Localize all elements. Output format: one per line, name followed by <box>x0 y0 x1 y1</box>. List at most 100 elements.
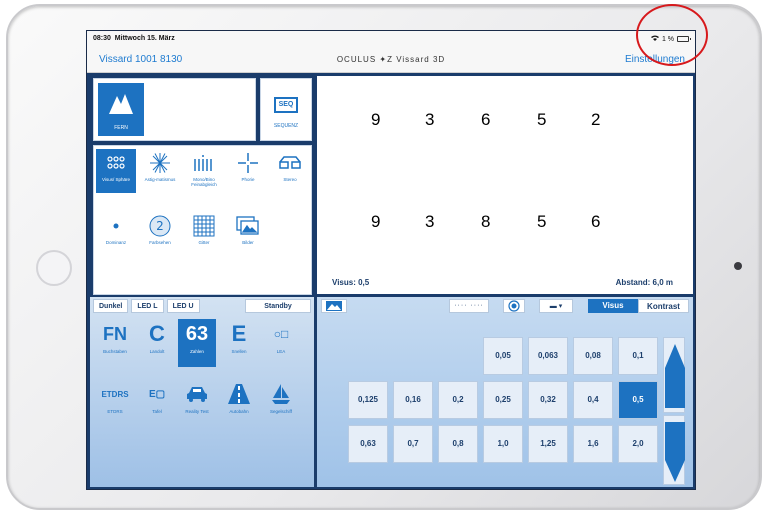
test-dominanz[interactable]: Dominanz <box>96 212 136 256</box>
status-date: Mittwoch 15. März <box>114 35 175 42</box>
etdrs-icon: ETDRS <box>101 389 129 399</box>
acuity-cell[interactable]: 1,6 <box>573 425 613 463</box>
optotype-reality-test[interactable]: Reality Test <box>178 379 216 427</box>
dots-grid-icon <box>96 149 136 177</box>
optotype-digit: 6 <box>481 110 491 129</box>
grid-icon <box>184 212 224 240</box>
tab-led-u[interactable]: LED U <box>166 299 200 313</box>
acuity-cell[interactable]: 0,63 <box>348 425 388 463</box>
status-bar: 08:30 Mittwoch 15. März 1 % <box>87 31 695 47</box>
test-mono-bino[interactable]: Mono/Bino Feinabgleich <box>184 149 224 193</box>
arrow-up-icon <box>665 344 685 408</box>
letters-icon: FN <box>103 323 127 344</box>
acuity-cell[interactable]: 0,25 <box>483 381 523 419</box>
optotype-digit: 5 <box>537 110 547 129</box>
tab-led-l[interactable]: LED L <box>131 299 164 313</box>
brand-logo: OCULUS ✦Z Vissard 3D <box>336 55 446 64</box>
optotype-digit: 3 <box>425 212 435 231</box>
test-astigmatismus[interactable]: Astig-matismus <box>140 149 180 193</box>
status-time: 08:30 <box>93 35 111 42</box>
acuity-cell[interactable]: 0,4 <box>573 381 613 419</box>
optotype-digit: 8 <box>481 212 491 231</box>
test-grid: Visus/ Sphäre Astig-matismus Mono/Bino F… <box>93 145 312 295</box>
optotype-etdrs[interactable]: ETDRS ETDRS <box>96 379 134 427</box>
test-phorie[interactable]: Phorie <box>228 149 268 193</box>
lea-symbols-icon: ○□ <box>273 327 289 341</box>
arrow-down-icon <box>665 422 685 482</box>
acuity-cell[interactable]: 0,7 <box>393 425 433 463</box>
acuity-cell[interactable]: 0,08 <box>573 337 613 375</box>
distance-readout: Abstand: 6,0 m <box>615 278 673 287</box>
numbers-icon: 63 <box>185 322 209 345</box>
optotype-digit: 6 <box>591 212 601 231</box>
glasses-icon <box>270 149 310 177</box>
nav-bar: Vissard 1001 8130 OCULUS ✦Z Vissard 3D E… <box>87 47 695 73</box>
picture-mode-button[interactable] <box>321 299 347 313</box>
visus-toggle[interactable]: Visus <box>588 299 638 313</box>
optotype-lea[interactable]: ○□ LEA <box>262 319 300 367</box>
sailboat-icon <box>262 379 300 409</box>
optotype-segelschiff[interactable]: Segelschiff <box>262 379 300 427</box>
acuity-panel: ···· ···· ▬ ▾ Visus Kontrast 0,05 0,063 … <box>317 297 693 487</box>
line-select-dropdown[interactable]: ▬ ▾ <box>539 299 573 313</box>
optotype-snellen[interactable]: E Snellen <box>220 319 258 367</box>
acuity-cell[interactable]: 0,32 <box>528 381 568 419</box>
optotype-digit: 5 <box>537 212 547 231</box>
fern-button[interactable]: FERN <box>98 83 144 136</box>
acuity-up-button[interactable] <box>663 337 685 413</box>
acuity-cell[interactable]: 0,05 <box>483 337 523 375</box>
bars-icon <box>184 149 224 177</box>
star-lines-icon <box>140 149 180 177</box>
optotype-autobahn[interactable]: Autobahn <box>220 379 258 427</box>
acuity-cell[interactable]: 0,1 <box>618 337 658 375</box>
standby-button[interactable]: Standby <box>245 299 311 313</box>
distance-mode-box: FERN <box>93 78 256 141</box>
optotype-landolt[interactable]: C Landolt <box>138 319 176 367</box>
acuity-cell[interactable]: 1,25 <box>528 425 568 463</box>
tab-dunkel[interactable]: Dunkel <box>93 299 129 313</box>
camera-lens <box>734 262 742 270</box>
acuity-cell[interactable]: 0,063 <box>528 337 568 375</box>
optotype-zahlen[interactable]: 63 Zahlen <box>178 319 216 367</box>
line-pattern-button[interactable]: ···· ···· <box>449 299 489 313</box>
landolt-c-icon: C <box>149 321 165 346</box>
acuity-cell[interactable]: 2,0 <box>618 425 658 463</box>
app-screen: 08:30 Mittwoch 15. März 1 % Vissard 1001… <box>86 30 696 490</box>
images-icon <box>228 212 268 240</box>
acuity-cell[interactable]: 0,8 <box>438 425 478 463</box>
target-button[interactable] <box>503 299 525 313</box>
chart-board-icon: E▢ <box>148 388 166 400</box>
chart-display: 9 3 6 5 2 9 3 8 5 6 Visus: 0,5 Abstand: … <box>317 76 693 294</box>
car-icon <box>178 379 216 409</box>
acuity-cell-selected[interactable]: 0,5 <box>618 381 658 419</box>
test-bilder[interactable]: Bilder <box>228 212 268 256</box>
cross-icon <box>228 149 268 177</box>
acuity-cell[interactable]: 0,125 <box>348 381 388 419</box>
kontrast-toggle[interactable]: Kontrast <box>638 299 689 313</box>
acuity-cell[interactable]: 0,2 <box>438 381 478 419</box>
color-plate-icon: 2 <box>140 212 180 240</box>
optotype-panel: Dunkel LED L LED U Standby FN Buchstaben… <box>90 297 314 487</box>
line-select-value: ▬ ▾ <box>549 303 563 310</box>
visus-readout: Visus: 0,5 <box>332 278 370 287</box>
light-tabs: Dunkel LED L LED U <box>93 299 200 313</box>
mountain-icon <box>109 94 133 114</box>
acuity-cell[interactable]: 1,0 <box>483 425 523 463</box>
home-button[interactable] <box>36 250 72 286</box>
seq-icon: SEQ <box>274 97 298 113</box>
optotype-digit: 9 <box>371 212 381 231</box>
optotype-buchstaben[interactable]: FN Buchstaben <box>96 319 134 367</box>
test-selection-panel: FERN SEQ SEQUENZ Visus/ Sphäre Astig-mat… <box>90 76 314 295</box>
acuity-cell[interactable]: 0,16 <box>393 381 433 419</box>
test-visus-sphaere[interactable]: Visus/ Sphäre <box>96 149 136 193</box>
optotype-tafel[interactable]: E▢ Tafel <box>138 379 176 427</box>
optotype-digit: 3 <box>425 110 435 129</box>
test-gitter[interactable]: Gitter <box>184 212 224 256</box>
acuity-down-button[interactable] <box>663 415 685 485</box>
sequence-button[interactable]: SEQ SEQUENZ <box>260 78 312 141</box>
svg-text:2: 2 <box>156 219 164 233</box>
test-stereo[interactable]: Stereo <box>270 149 310 193</box>
road-icon <box>220 379 258 409</box>
fern-label: FERN <box>114 125 128 131</box>
test-farbsehen[interactable]: 2 Farbsehen <box>140 212 180 256</box>
